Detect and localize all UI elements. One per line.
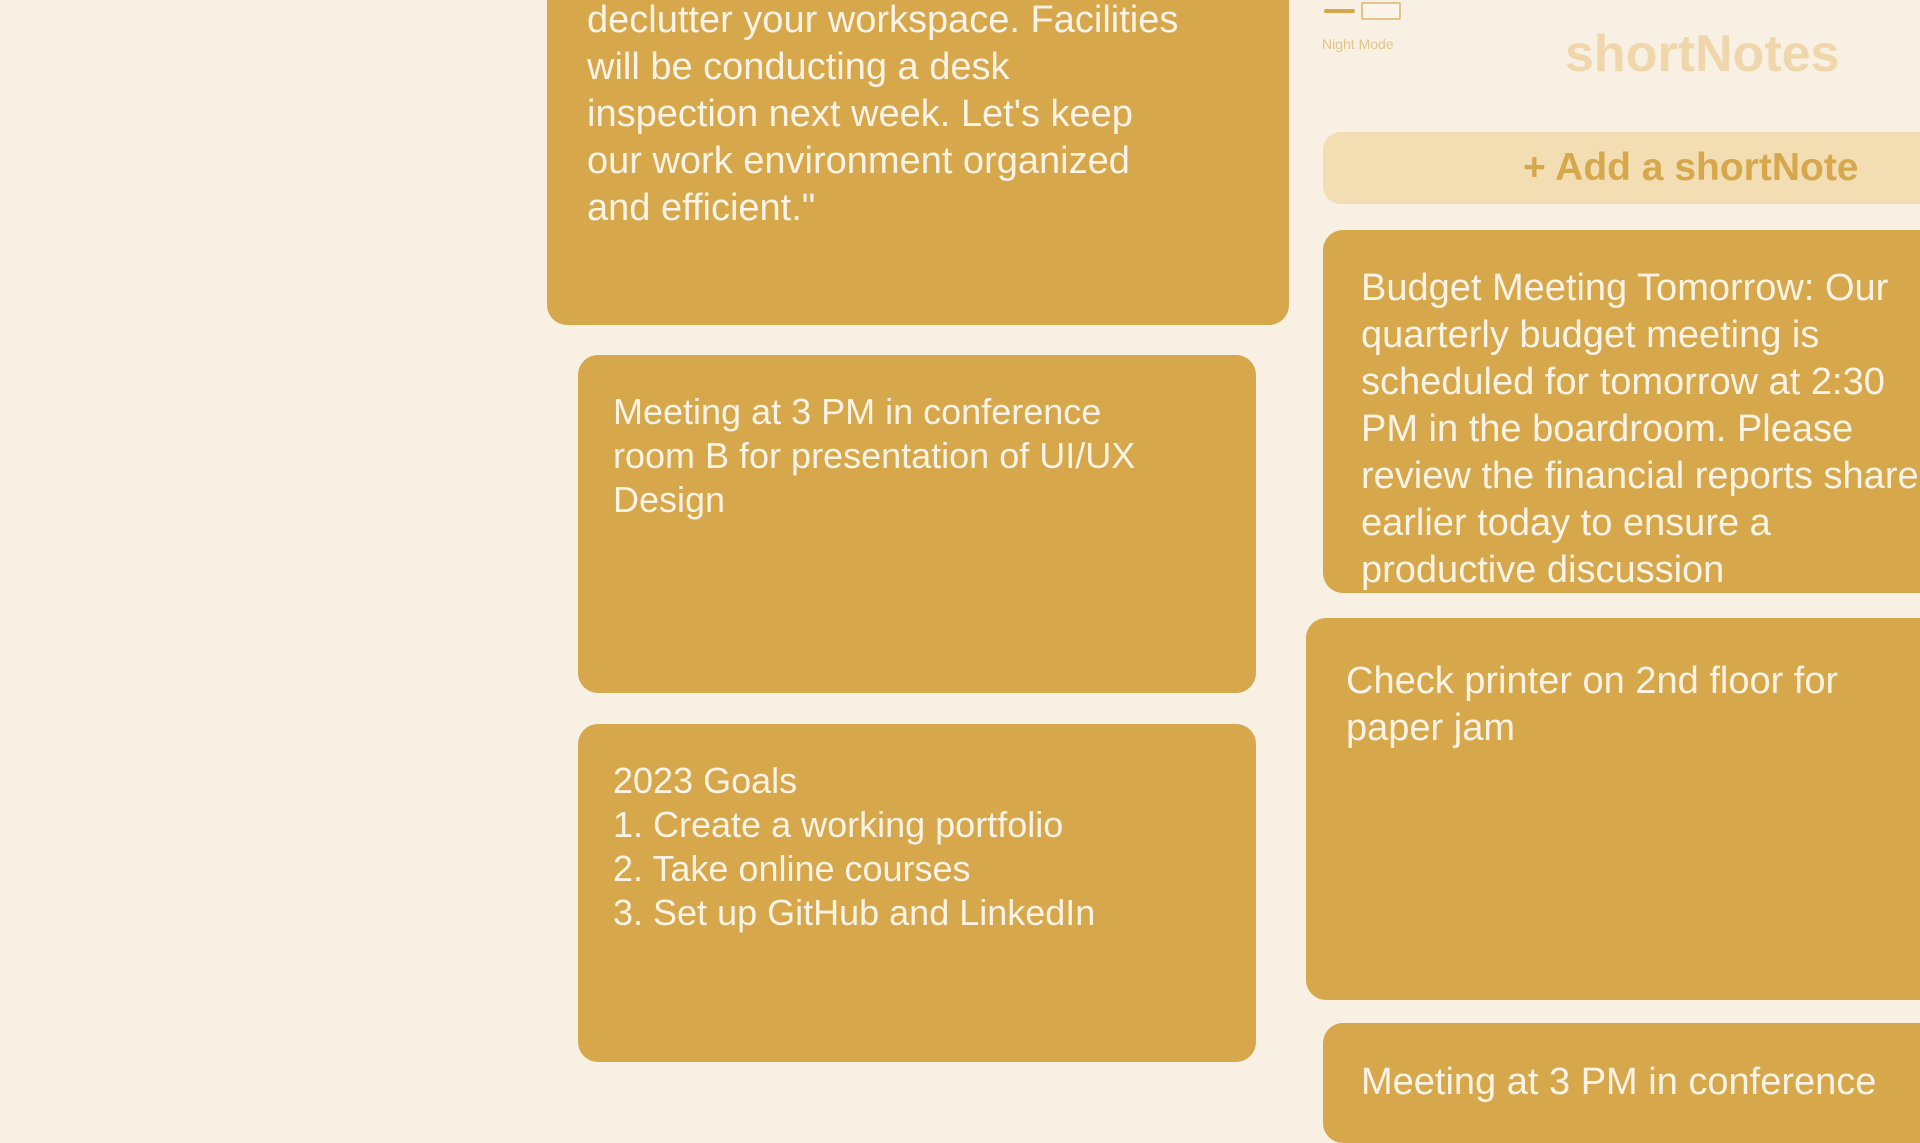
note-text: Budget Meeting Tomorrow: Our quarterly b… [1361, 267, 1920, 591]
toggle-knob [1324, 9, 1355, 13]
app-title: shortNotes [1565, 25, 1840, 83]
add-note-button[interactable]: + Add a shortNote [1323, 132, 1920, 204]
note-text: 2023 Goals 1. Create a working portfolio… [613, 760, 1096, 933]
note-text: Check printer on 2nd floor for paper jam [1346, 660, 1839, 749]
note-text: declutter your workspace. Facilities wil… [587, 0, 1179, 229]
toggle-switch[interactable] [1324, 2, 1401, 20]
night-mode-toggle[interactable]: Night Mode [1322, 2, 1402, 52]
note-card[interactable]: Meeting at 3 PM in conference [1323, 1023, 1920, 1143]
note-text: Meeting at 3 PM in conference [1361, 1061, 1877, 1103]
toggle-box [1361, 2, 1401, 20]
night-mode-label: Night Mode [1322, 36, 1394, 52]
note-card[interactable]: Meeting at 3 PM in conference room B for… [578, 355, 1256, 693]
note-card[interactable]: 2023 Goals 1. Create a working portfolio… [578, 724, 1256, 1062]
note-card[interactable]: declutter your workspace. Facilities wil… [547, 0, 1289, 325]
note-card[interactable]: Check printer on 2nd floor for paper jam [1306, 618, 1920, 1000]
note-card[interactable]: Budget Meeting Tomorrow: Our quarterly b… [1323, 230, 1920, 593]
note-text: Meeting at 3 PM in conference room B for… [613, 391, 1136, 520]
